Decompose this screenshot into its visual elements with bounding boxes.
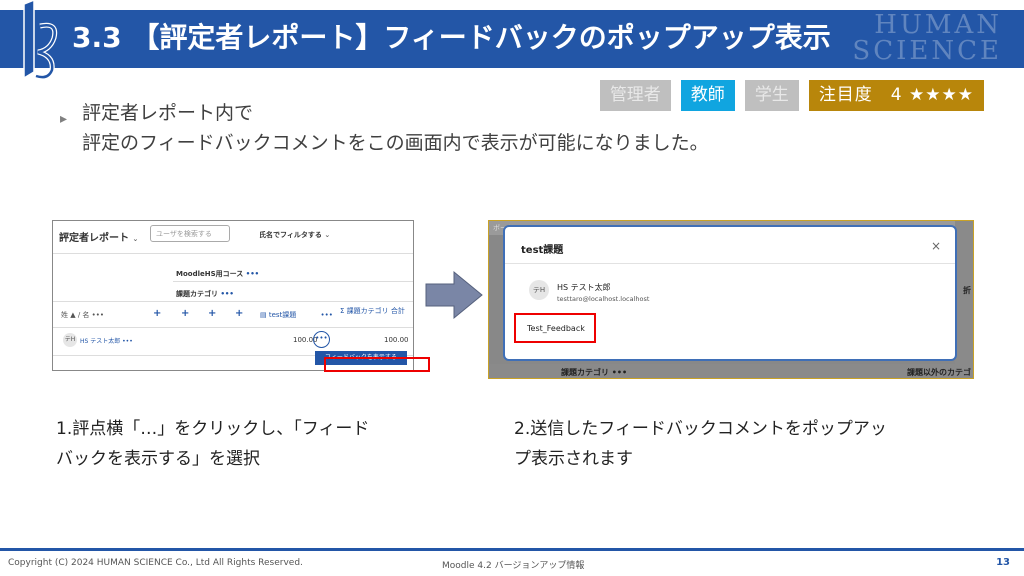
bg-other-category-label: 課題以外のカテゴ [907, 368, 971, 377]
step1-line1: 1.評点横「…」をクリックし、「フィード [56, 419, 370, 439]
divider [173, 281, 413, 282]
footer-copyright: Copyright (C) 2024 HUMAN SCIENCE Co., Lt… [8, 558, 303, 568]
step2-caption: 2.送信したフィードバックコメントをポップアッ プ表示されます [514, 414, 954, 474]
modal-title: test課題 [521, 245, 564, 256]
bg-category-label: 課題カテゴリ ••• [561, 368, 628, 377]
user-search-input: ユーザを検索する [150, 225, 230, 242]
bullet-arrow-icon: ▸ [60, 111, 68, 127]
bullet-point: ▸ 評定者レポート内で 評定のフィードバックコメントをこの画面内で表示が可能にな… [60, 98, 709, 158]
step1-line2: バックを表示する」を選択 [56, 449, 260, 469]
step2-line2: プ表示されます [514, 449, 633, 469]
badge-attention: 注目度 4 ★★★★ [808, 80, 984, 111]
step2-line1: 2.送信したフィードバックコメントをポップアッ [514, 419, 887, 439]
highlight-box-2 [514, 313, 596, 343]
step1-caption: 1.評点横「…」をクリックし、「フィード バックを表示する」を選択 [56, 414, 436, 474]
slide-title: 3.3 【評定者レポート】フィードバックのポップアップ表示 [72, 21, 831, 54]
user-name: HS テスト太郎 ••• [80, 338, 133, 345]
expand-plus-icon: + [208, 308, 217, 319]
feedback-modal: test課題 × テH HS テスト太郎 testtaro@localhost.… [503, 225, 957, 361]
modal-divider [505, 263, 955, 264]
page-number: 13 [996, 557, 1010, 568]
header-watermark: HUMAN SCIENCE [852, 12, 1002, 64]
expand-plus-icon: + [153, 308, 162, 319]
name-filter: 氏名でフィルタする ⌄ [259, 231, 331, 239]
footer-divider [0, 548, 1024, 551]
category-label: 課題カテゴリ ••• [176, 290, 234, 298]
user-name: HS テスト太郎 [557, 283, 611, 292]
name-column-header: 姓 ▲ / 名 ••• [61, 311, 105, 319]
feedback-popup-screenshot: ボード 課題カテゴリ ••• 課題以外のカテゴ 折 test課題 × テH HS… [488, 220, 974, 379]
badge-student: 学生 [744, 80, 799, 111]
avatar: テH [63, 333, 77, 347]
course-label: MoodleHS用コース ••• [176, 270, 260, 278]
right-arrow-icon [425, 270, 483, 320]
close-icon: × [930, 239, 941, 253]
expand-plus-icon: + [235, 308, 244, 319]
background-footer: 課題カテゴリ ••• 課題以外のカテゴ [489, 364, 973, 378]
total-value: 100.00 [384, 336, 409, 344]
divider [53, 327, 413, 328]
expand-plus-icon: + [181, 308, 190, 319]
slide-header: HUMAN SCIENCE 3.3 【評定者レポート】フィードバックのポップアッ… [0, 0, 1024, 80]
bg-side-text: 折 [963, 286, 971, 295]
watermark-line2: SCIENCE [852, 36, 1002, 66]
bullet-line1: 評定者レポート内で [82, 102, 254, 124]
highlight-box-1 [324, 357, 430, 372]
human-science-logo [23, 0, 58, 80]
background-right [955, 221, 973, 378]
user-email: testtaro@localhost.localhost [557, 295, 650, 303]
divider [53, 301, 413, 302]
bullet-line2: 評定のフィードバックコメントをこの画面内で表示が可能になりました。 [82, 132, 709, 154]
watermark-line1: HUMAN [874, 10, 1002, 40]
grader-report-screenshot: 評定者レポート ⌄ ユーザを検索する 氏名でフィルタする ⌄ MoodleHS用… [52, 220, 414, 371]
avatar: テH [529, 280, 549, 300]
total-column-header: Σ 課題カテゴリ 合計 [340, 307, 405, 315]
divider [53, 253, 413, 254]
assignment-column-header: ▤ test課題 ••• [260, 311, 333, 319]
more-actions-icon: ••• [313, 331, 330, 348]
footer-center-text: Moodle 4.2 バージョンアップ情報 [442, 561, 585, 571]
report-title: 評定者レポート ⌄ [59, 233, 139, 244]
